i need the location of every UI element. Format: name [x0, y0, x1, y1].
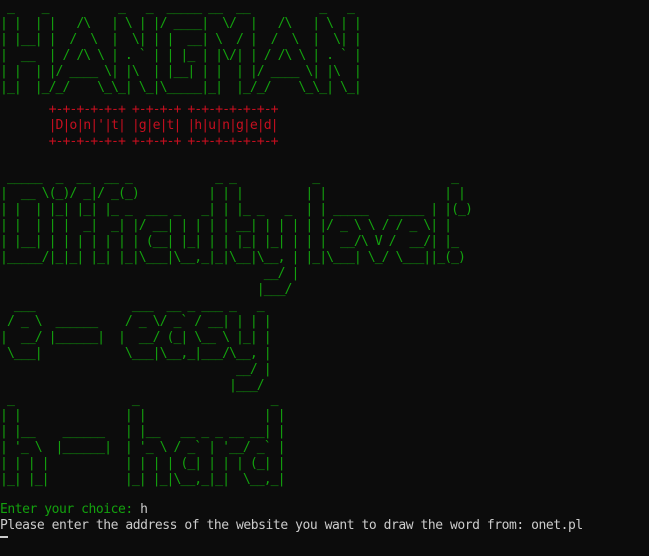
console-window: _ _ _ _ _____ __ __ _ _ | | | | /\ | \ |… [0, 0, 649, 556]
address-prompt-line: Please enter the address of the website … [0, 518, 583, 534]
choice-input-value[interactable]: h [140, 502, 148, 517]
address-prompt-label: Please enter the address of the website … [0, 518, 532, 533]
difficulty-level-heading-art: _____ _ __ __ _ _ _ _ _ | __ \(_)/ _|/ _… [0, 170, 473, 297]
choice-prompt-label: Enter your choice: [0, 502, 141, 517]
hangman-title-art: _ _ _ _ _____ __ __ _ _ | | | | /\ | \ |… [0, 0, 362, 95]
text-cursor [0, 536, 8, 538]
choice-prompt-line: Enter your choice: h [0, 502, 148, 518]
dont-get-hunged-subtitle-art: +-+-+-+-+-+ +-+-+-+ +-+-+-+-+-+-+ |D|o|n… [48, 102, 279, 149]
address-input-value[interactable]: onet.pl [531, 518, 583, 533]
hard-option-art: _ _ _ | | | | | | | |__ ______ | |__ __ … [0, 392, 286, 487]
easy-option-art: ___ ___ __ _ ___ _ _ / _ \ ______ / _ \/… [0, 298, 272, 393]
